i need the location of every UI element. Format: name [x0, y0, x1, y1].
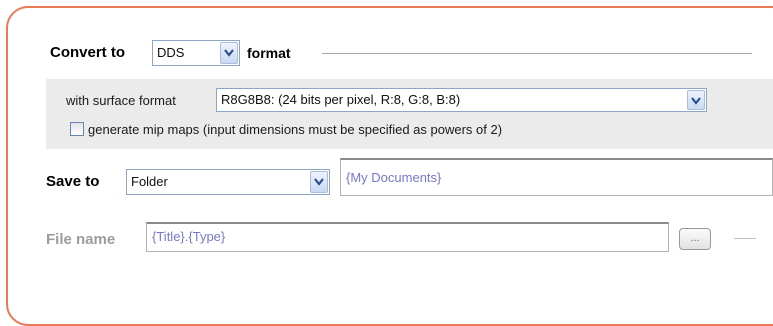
convert-to-label: Convert to: [50, 44, 125, 61]
save-to-label: Save to: [46, 173, 100, 190]
save-location-value: Folder: [131, 174, 168, 189]
surface-format-dropdown[interactable]: R8G8B8: (24 bits per pixel, R:8, G:8, B:…: [216, 88, 707, 112]
surface-format-label: with surface format: [66, 93, 176, 108]
chevron-down-icon[interactable]: [687, 90, 705, 110]
format-label: format: [247, 45, 291, 61]
save-location-dropdown[interactable]: Folder: [126, 169, 330, 195]
mip-maps-checkbox[interactable]: [70, 122, 84, 136]
file-name-value: {Title}.{Type}: [152, 229, 226, 244]
file-name-label: File name: [46, 231, 116, 248]
output-format-value: DDS: [157, 45, 185, 60]
save-path-field[interactable]: {My Documents}: [340, 158, 773, 196]
section-divider: [322, 53, 752, 54]
chevron-down-icon[interactable]: [310, 171, 328, 193]
surface-format-value: R8G8B8: (24 bits per pixel, R:8, G:8, B:…: [221, 92, 461, 107]
save-path-value: {My Documents}: [346, 170, 442, 185]
browse-button[interactable]: ...: [679, 228, 711, 250]
file-name-field[interactable]: {Title}.{Type}: [146, 222, 669, 252]
mip-maps-label: generate mip maps (input dimensions must…: [88, 122, 503, 137]
output-format-dropdown[interactable]: DDS: [152, 40, 240, 66]
chevron-down-icon[interactable]: [220, 42, 238, 64]
row-divider: [734, 238, 756, 239]
